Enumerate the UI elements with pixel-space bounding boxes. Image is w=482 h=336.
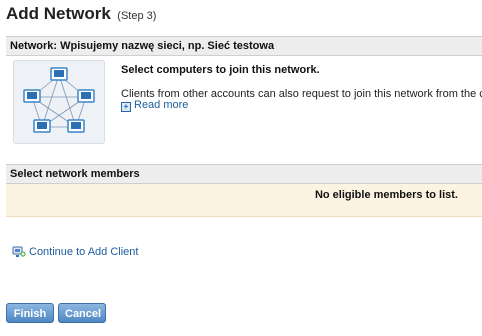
info-heading: Select computers to join this network. — [121, 64, 320, 76]
network-name-bar: Network: Wpisujemy nazwę sieci, np. Sieć… — [6, 36, 482, 56]
add-client-icon — [12, 245, 26, 258]
step-indicator: (Step 3) — [117, 10, 157, 22]
cancel-button[interactable]: Cancel — [58, 303, 106, 323]
read-more-label: Read more — [134, 99, 189, 111]
network-diagram-icon — [13, 60, 105, 144]
page-title-text: Add Network — [6, 4, 111, 23]
members-list: No eligible members to list. — [6, 184, 482, 217]
plus-box-icon: + — [121, 102, 131, 112]
read-more-link[interactable]: + Read more — [121, 99, 188, 112]
members-section-header: Select network members — [6, 164, 482, 184]
continue-to-add-client-link[interactable]: Continue to Add Client — [12, 245, 138, 258]
members-empty-message: No eligible members to list. — [314, 189, 458, 201]
continue-link-label: Continue to Add Client — [29, 246, 139, 258]
page-title: Add Network (Step 3) — [6, 4, 156, 24]
finish-button[interactable]: Finish — [6, 303, 54, 323]
